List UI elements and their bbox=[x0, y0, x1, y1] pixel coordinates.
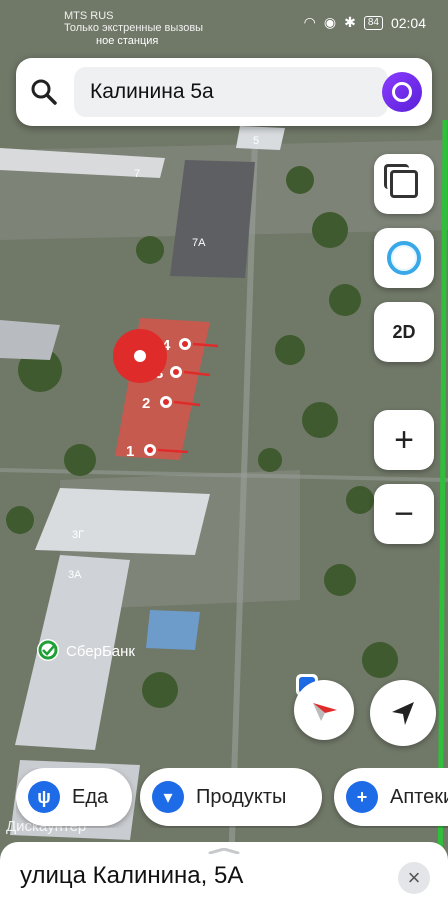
eye-icon: ◉ bbox=[323, 14, 337, 30]
chip-pharmacy[interactable]: + Аптеки bbox=[334, 768, 448, 826]
building-label: 3А bbox=[68, 569, 82, 581]
panorama-button[interactable] bbox=[374, 228, 434, 288]
building-label: 7 bbox=[134, 168, 140, 180]
search-input[interactable]: Калинина 5а bbox=[74, 67, 388, 117]
poi-sberbank[interactable]: СберБанк bbox=[37, 639, 135, 661]
status-bar: MTS RUS Только экстренные вызовы ◠ ◉ ✱ 8… bbox=[0, 0, 448, 42]
alice-voice-icon[interactable] bbox=[382, 72, 422, 112]
battery-icon: 84 bbox=[363, 15, 383, 30]
layers-button[interactable] bbox=[374, 154, 434, 214]
chip-label: Продукты bbox=[196, 785, 287, 808]
chevron-up-icon[interactable] bbox=[208, 848, 240, 854]
chip-label: Аптеки bbox=[390, 785, 448, 808]
building-label: 3Г bbox=[72, 529, 84, 541]
bottom-sheet[interactable]: улица Калинина, 5А × bbox=[0, 842, 448, 900]
panorama-icon bbox=[387, 241, 421, 275]
navigation-arrow-icon bbox=[392, 702, 414, 725]
minus-icon: − bbox=[394, 495, 414, 533]
location-pin[interactable] bbox=[113, 329, 167, 383]
search-icon[interactable] bbox=[28, 76, 60, 108]
chip-groceries[interactable]: ▾ Продукты bbox=[140, 768, 322, 826]
compass-icon bbox=[313, 703, 337, 721]
search-bar[interactable]: Калинина 5а bbox=[16, 58, 432, 126]
mode-2d-button[interactable]: 2D bbox=[374, 302, 434, 362]
carrier-name: MTS RUS bbox=[64, 10, 114, 22]
my-location-button[interactable] bbox=[370, 680, 436, 746]
zoom-out-button[interactable]: − bbox=[374, 484, 434, 544]
close-icon[interactable]: × bbox=[398, 862, 430, 894]
category-chips: ψ Еда ▾ Продукты + Аптеки bbox=[16, 768, 448, 828]
clock: 02:04 bbox=[390, 14, 426, 31]
building-label: 7А bbox=[192, 237, 206, 249]
svg-text:1: 1 bbox=[126, 443, 134, 460]
fork-knife-icon: ψ bbox=[28, 781, 60, 813]
building-label: 5 bbox=[253, 135, 259, 147]
zoom-in-button[interactable]: + bbox=[374, 410, 434, 470]
chip-label: Еда bbox=[72, 785, 109, 808]
search-query: Калинина 5а bbox=[90, 80, 214, 103]
plus-icon: + bbox=[394, 421, 414, 459]
basket-icon: ▾ bbox=[152, 781, 184, 813]
bluetooth-icon: ✱ bbox=[344, 14, 356, 30]
svg-text:2: 2 bbox=[142, 395, 150, 412]
place-title: улица Калинина, 5А bbox=[20, 862, 244, 889]
wifi-icon: ◠ bbox=[303, 14, 316, 30]
poi-sberbank-label: СберБанк bbox=[66, 643, 135, 660]
cross-icon: + bbox=[346, 781, 378, 813]
mode-2d-label: 2D bbox=[392, 321, 416, 342]
carrier-status: Только экстренные вызовы bbox=[64, 22, 204, 34]
layers-icon bbox=[384, 164, 418, 198]
chip-food[interactable]: ψ Еда bbox=[16, 768, 132, 826]
status-icons: ◠ ◉ ✱ 84 02:04 bbox=[304, 14, 426, 31]
compass-button[interactable] bbox=[294, 680, 354, 740]
carrier-info: MTS RUS Только экстренные вызовы bbox=[64, 10, 203, 34]
